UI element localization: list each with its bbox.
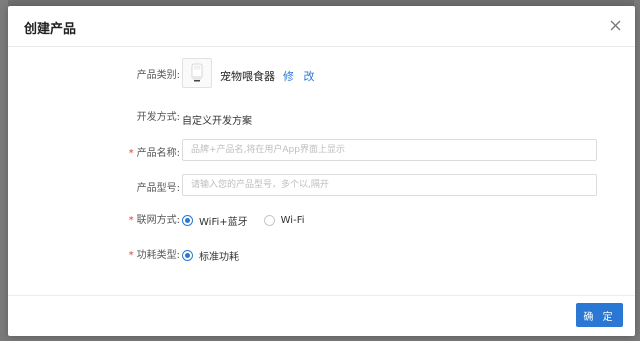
power-row: * 功耗类型: 标准功耗 [8, 242, 635, 270]
power-option-standard[interactable]: 标准功耗 [182, 248, 239, 263]
product-name-label: * 产品名称: [128, 148, 180, 159]
dev-method-value: 自定义开发方案 [182, 116, 252, 127]
network-option-label: Wi-Fi [280, 215, 305, 226]
network-option-label: WiFi+蓝牙 [199, 217, 248, 228]
product-model-label: 产品型号: [136, 183, 180, 194]
product-model-input[interactable] [182, 174, 597, 196]
close-button[interactable] [607, 17, 623, 33]
dialog-footer: 确 定 [8, 295, 635, 336]
product-name-input[interactable] [182, 139, 597, 161]
background-page-left [0, 0, 8, 341]
close-icon [610, 20, 620, 30]
product-name-row: * 产品名称: [8, 139, 635, 168]
power-radio-group: 标准功耗 [182, 248, 255, 263]
network-option-wifi[interactable]: Wi-Fi [263, 215, 305, 226]
radio-checked-icon [182, 215, 193, 226]
network-option-wifi-bluetooth[interactable]: WiFi+蓝牙 [182, 213, 248, 228]
power-option-label: 标准功耗 [199, 252, 239, 263]
radio-checked-icon [182, 250, 193, 261]
product-model-row: 产品型号: [8, 174, 635, 203]
category-label: 产品类别: [136, 70, 180, 81]
pet-feeder-icon [182, 58, 212, 88]
required-mark: * [128, 148, 134, 159]
network-radio-group: WiFi+蓝牙 Wi-Fi [182, 213, 321, 228]
required-mark: * [128, 250, 134, 261]
network-label: * 联网方式: [128, 215, 180, 226]
confirm-button[interactable]: 确 定 [576, 303, 623, 327]
category-row: 产品类别: 宠物喂食器 修 改 [8, 58, 635, 90]
dev-method-row: 开发方式: 自定义开发方案 [8, 104, 635, 132]
power-label: * 功耗类型: [128, 250, 180, 261]
radio-unchecked-icon [263, 215, 275, 226]
edit-category-link[interactable]: 修 改 [283, 68, 318, 84]
required-mark: * [128, 215, 134, 226]
create-product-dialog: 创建产品 产品类别: 宠物喂食器 修 改 开发方式: 自定义开发方案 * 产品名… [8, 6, 635, 336]
product-category-name: 宠物喂食器 [220, 70, 275, 83]
dialog-title: 创建产品 [24, 22, 77, 37]
dev-method-label: 开发方式: [136, 112, 180, 123]
dialog-header: 创建产品 [8, 6, 635, 47]
network-row: * 联网方式: WiFi+蓝牙 Wi-Fi [8, 207, 635, 235]
